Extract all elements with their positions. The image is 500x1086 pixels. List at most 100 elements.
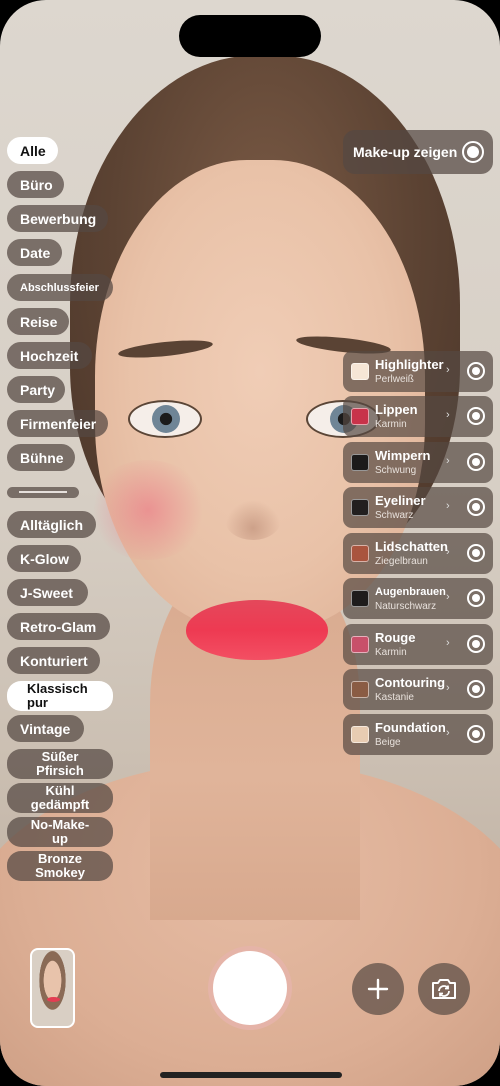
chip-label: K-Glow <box>20 550 69 567</box>
chevron-right-icon: › <box>446 500 450 512</box>
chip-label: Hochzeit <box>20 347 79 364</box>
chevron-right-icon: › <box>446 727 450 739</box>
product-row-augenbrauen[interactable]: Augenbrauen Naturschwarz › <box>343 578 493 619</box>
chip-label: Firmenfeier <box>20 415 97 432</box>
chip-label: Date <box>20 244 51 261</box>
makeup-toggle-label: Make-up zeigen <box>353 144 458 160</box>
product-row-wimpern[interactable]: Wimpern Schwung › <box>343 442 493 483</box>
chip-label: Konturiert <box>20 652 88 669</box>
chip-klassisch-pur[interactable]: Klassisch pur <box>7 681 113 711</box>
product-shade: Karmin <box>375 419 407 430</box>
swatch <box>351 726 369 743</box>
chip-k-glow[interactable]: K-Glow <box>7 545 81 572</box>
chip-hochzeit[interactable]: Hochzeit <box>7 342 92 369</box>
radio-icon[interactable] <box>467 635 485 653</box>
chip-bewerbung[interactable]: Bewerbung <box>7 205 108 232</box>
chip-divider <box>7 487 79 498</box>
chip-label: Vintage <box>20 720 71 737</box>
nose <box>225 500 281 540</box>
product-name: Contouring <box>375 675 446 690</box>
product-name: Rouge <box>375 630 416 645</box>
radio-icon[interactable] <box>467 589 485 607</box>
chip-label: Süßer Pfirsich <box>36 749 84 778</box>
product-row-lidschatten[interactable]: Lidschatten Ziegelbraun › <box>343 533 493 574</box>
chip-abschlussfeier[interactable]: Abschlussfeier <box>7 274 113 301</box>
chip-label: No-Make-up <box>30 817 90 846</box>
chip-buehne[interactable]: Bühne <box>7 444 75 471</box>
chip-alle[interactable]: Alle <box>7 137 58 164</box>
radio-icon[interactable] <box>467 680 485 698</box>
product-row-highlighter[interactable]: Highlighter Perlweiß › <box>343 351 493 392</box>
chip-label: Retro-Glam <box>20 618 97 635</box>
product-row-foundation[interactable]: Foundation Beige › <box>343 714 493 755</box>
dynamic-island <box>179 15 321 57</box>
product-shade: Beige <box>375 737 401 748</box>
chip-label: Bronze Smokey <box>35 851 85 880</box>
product-name: Foundation <box>375 720 446 735</box>
product-shade: Ziegelbraun <box>375 556 428 567</box>
swatch <box>351 499 369 516</box>
chevron-right-icon: › <box>446 682 450 694</box>
product-name: Lidschatten <box>375 539 448 554</box>
chip-label: Kühl gedämpft <box>30 783 90 812</box>
product-shade: Schwung <box>375 465 417 476</box>
lips <box>186 600 328 660</box>
ar-makeup-screen: Make-up zeigen Alle Büro Bewerbung Date … <box>0 0 500 1086</box>
chip-label: Klassisch pur <box>27 681 88 710</box>
makeup-toggle[interactable]: Make-up zeigen <box>343 130 493 174</box>
home-indicator[interactable] <box>160 1072 342 1078</box>
shutter-button[interactable] <box>213 951 287 1025</box>
product-row-eyeliner[interactable]: Eyeliner Schwarz › <box>343 487 493 528</box>
chip-konturiert[interactable]: Konturiert <box>7 647 100 674</box>
swatch <box>351 408 369 425</box>
add-button[interactable] <box>352 963 404 1015</box>
chip-buero[interactable]: Büro <box>7 171 64 198</box>
product-name: Lippen <box>375 402 418 417</box>
chip-label: J-Sweet <box>20 584 73 601</box>
radio-icon[interactable] <box>467 362 485 380</box>
radio-icon[interactable] <box>467 453 485 471</box>
camera-rotate-icon <box>432 979 456 999</box>
product-shade: Schwarz <box>375 510 414 521</box>
radio-icon[interactable] <box>467 544 485 562</box>
product-shade: Karmin <box>375 647 407 658</box>
chip-suesser-pfirsich[interactable]: Süßer Pfirsich <box>7 749 113 779</box>
plus-icon <box>367 978 389 1000</box>
chip-firmenfeier[interactable]: Firmenfeier <box>7 410 108 437</box>
chip-reise[interactable]: Reise <box>7 308 69 335</box>
swatch <box>351 681 369 698</box>
product-row-lippen[interactable]: Lippen Karmin › <box>343 396 493 437</box>
swatch <box>351 590 369 607</box>
chip-label: Alle <box>20 142 46 159</box>
product-name: Highlighter <box>375 357 444 372</box>
swatch <box>351 636 369 653</box>
blush-left <box>88 460 208 560</box>
swatch <box>351 363 369 380</box>
chevron-right-icon: › <box>446 364 450 376</box>
chip-label: Bühne <box>20 449 64 466</box>
product-shade: Naturschwarz <box>375 601 437 612</box>
product-row-rouge[interactable]: Rouge Karmin › <box>343 624 493 665</box>
chip-retro-glam[interactable]: Retro-Glam <box>7 613 110 640</box>
radio-icon[interactable] <box>467 407 485 425</box>
chip-label: Abschlussfeier <box>20 281 99 294</box>
chip-vintage[interactable]: Vintage <box>7 715 84 742</box>
chip-kuehl-gedaempft[interactable]: Kühl gedämpft <box>7 783 113 813</box>
chip-bronze-smokey[interactable]: Bronze Smokey <box>7 851 113 881</box>
chip-label: Büro <box>20 176 53 193</box>
chip-no-make-up[interactable]: No-Make-up <box>7 817 113 847</box>
chip-j-sweet[interactable]: J-Sweet <box>7 579 88 606</box>
radio-icon[interactable] <box>467 498 485 516</box>
toggle-radio-icon[interactable] <box>462 141 484 163</box>
chevron-right-icon: › <box>446 591 450 603</box>
flip-camera-button[interactable] <box>418 963 470 1015</box>
swatch <box>351 454 369 471</box>
product-name: Eyeliner <box>375 493 426 508</box>
gallery-thumbnail[interactable] <box>30 948 75 1028</box>
chip-party[interactable]: Party <box>7 376 65 403</box>
chip-alltaeglich[interactable]: Alltäglich <box>7 511 96 538</box>
chevron-right-icon: › <box>446 409 450 421</box>
chip-date[interactable]: Date <box>7 239 62 266</box>
radio-icon[interactable] <box>467 725 485 743</box>
product-row-contouring[interactable]: Contouring Kastanie › <box>343 669 493 710</box>
